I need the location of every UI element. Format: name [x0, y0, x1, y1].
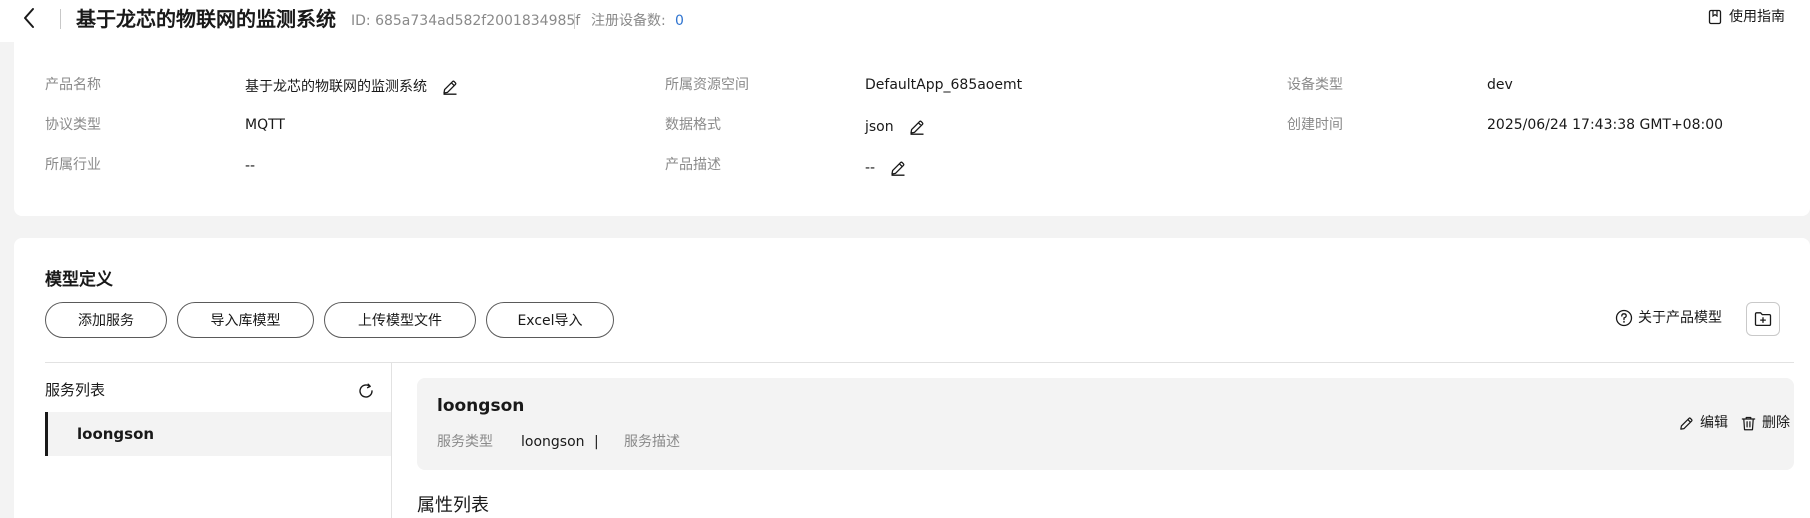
model-definition-title: 模型定义: [45, 270, 113, 290]
product-description-text: --: [865, 160, 876, 176]
service-detail-panel: loongson 服务类型 loongson | 服务描述 编辑 删除: [417, 378, 1794, 470]
service-name: loongson: [437, 396, 525, 416]
industry-value: --: [245, 158, 256, 174]
help-circle-icon: [1615, 309, 1633, 327]
header-divider: [60, 9, 61, 29]
about-product-model-label: 关于产品模型: [1638, 310, 1722, 326]
created-time-value: 2025/06/24 17:43:38 GMT+08:00: [1487, 117, 1724, 133]
product-info-card: 基本信息 产品名称 基于龙芯的物联网的监测系统 所属资源空间 DefaultAp…: [14, 28, 1810, 216]
service-list-item[interactable]: loongson: [45, 412, 391, 456]
registered-devices-label: 注册设备数:: [591, 13, 666, 29]
panel-divider: [391, 363, 392, 518]
edit-pencil-icon: [1680, 416, 1693, 430]
edit-pencil-icon[interactable]: [908, 118, 926, 136]
protocol-type-value: MQTT: [245, 117, 285, 133]
add-service-button[interactable]: 添加服务: [45, 302, 167, 338]
industry-label: 所属行业: [45, 157, 101, 173]
upload-model-file-button[interactable]: 上传模型文件: [324, 302, 476, 338]
product-name-label: 产品名称: [45, 77, 101, 93]
delete-service-label: 删除: [1762, 415, 1790, 431]
about-product-model-link[interactable]: 关于产品模型: [1615, 308, 1722, 328]
service-type-value: loongson: [521, 434, 585, 450]
back-arrow-icon[interactable]: [18, 6, 42, 30]
service-list-title: 服务列表: [45, 381, 106, 399]
model-definition-card: 模型定义 添加服务 导入库模型 上传模型文件 Excel导入 关于产品模型 服务…: [14, 238, 1810, 518]
service-description-label: 服务描述: [624, 434, 680, 450]
user-guide-label: 使用指南: [1729, 9, 1785, 25]
edit-pencil-icon[interactable]: [889, 159, 907, 177]
edit-service-label: 编辑: [1700, 415, 1728, 431]
device-type-label: 设备类型: [1287, 77, 1343, 93]
edit-pencil-icon[interactable]: [441, 78, 459, 96]
data-format-text: json: [865, 119, 894, 135]
created-time-label: 创建时间: [1287, 117, 1343, 133]
guide-book-icon: [1708, 9, 1722, 25]
model-folder-button[interactable]: [1746, 302, 1780, 336]
property-list-title: 属性列表: [417, 495, 489, 516]
trash-icon: [1741, 416, 1756, 430]
detail-separator: |: [594, 434, 599, 450]
edit-service-button[interactable]: 编辑: [1678, 413, 1728, 433]
product-name-value: 基于龙芯的物联网的监测系统: [245, 77, 459, 97]
page-header: 基于龙芯的物联网的监测系统 ID: 685a734ad582f200183498…: [0, 0, 1810, 42]
product-description-label: 产品描述: [665, 157, 721, 173]
refresh-icon[interactable]: [356, 381, 376, 401]
page-title: 基于龙芯的物联网的监测系统: [76, 7, 336, 31]
service-type-label: 服务类型: [437, 434, 493, 450]
resource-space-value: DefaultApp_685aoemt: [865, 77, 1023, 93]
product-name-text: 基于龙芯的物联网的监测系统: [245, 79, 427, 95]
resource-space-label: 所属资源空间: [665, 77, 749, 93]
device-type-value: dev: [1487, 77, 1513, 93]
folder-icon: [1754, 312, 1772, 327]
meta-divider: [574, 13, 575, 29]
user-guide-link[interactable]: 使用指南: [1707, 7, 1785, 27]
data-format-label: 数据格式: [665, 117, 721, 133]
registered-devices-count[interactable]: 0: [675, 11, 684, 31]
product-id: ID: 685a734ad582f2001834985f: [351, 13, 581, 29]
import-library-model-button[interactable]: 导入库模型: [177, 302, 314, 338]
excel-import-button[interactable]: Excel导入: [486, 302, 614, 338]
data-format-value: json: [865, 117, 926, 137]
section-divider: [45, 362, 1794, 363]
product-description-value: --: [865, 158, 907, 178]
delete-service-button[interactable]: 删除: [1740, 413, 1790, 433]
protocol-type-label: 协议类型: [45, 117, 101, 133]
